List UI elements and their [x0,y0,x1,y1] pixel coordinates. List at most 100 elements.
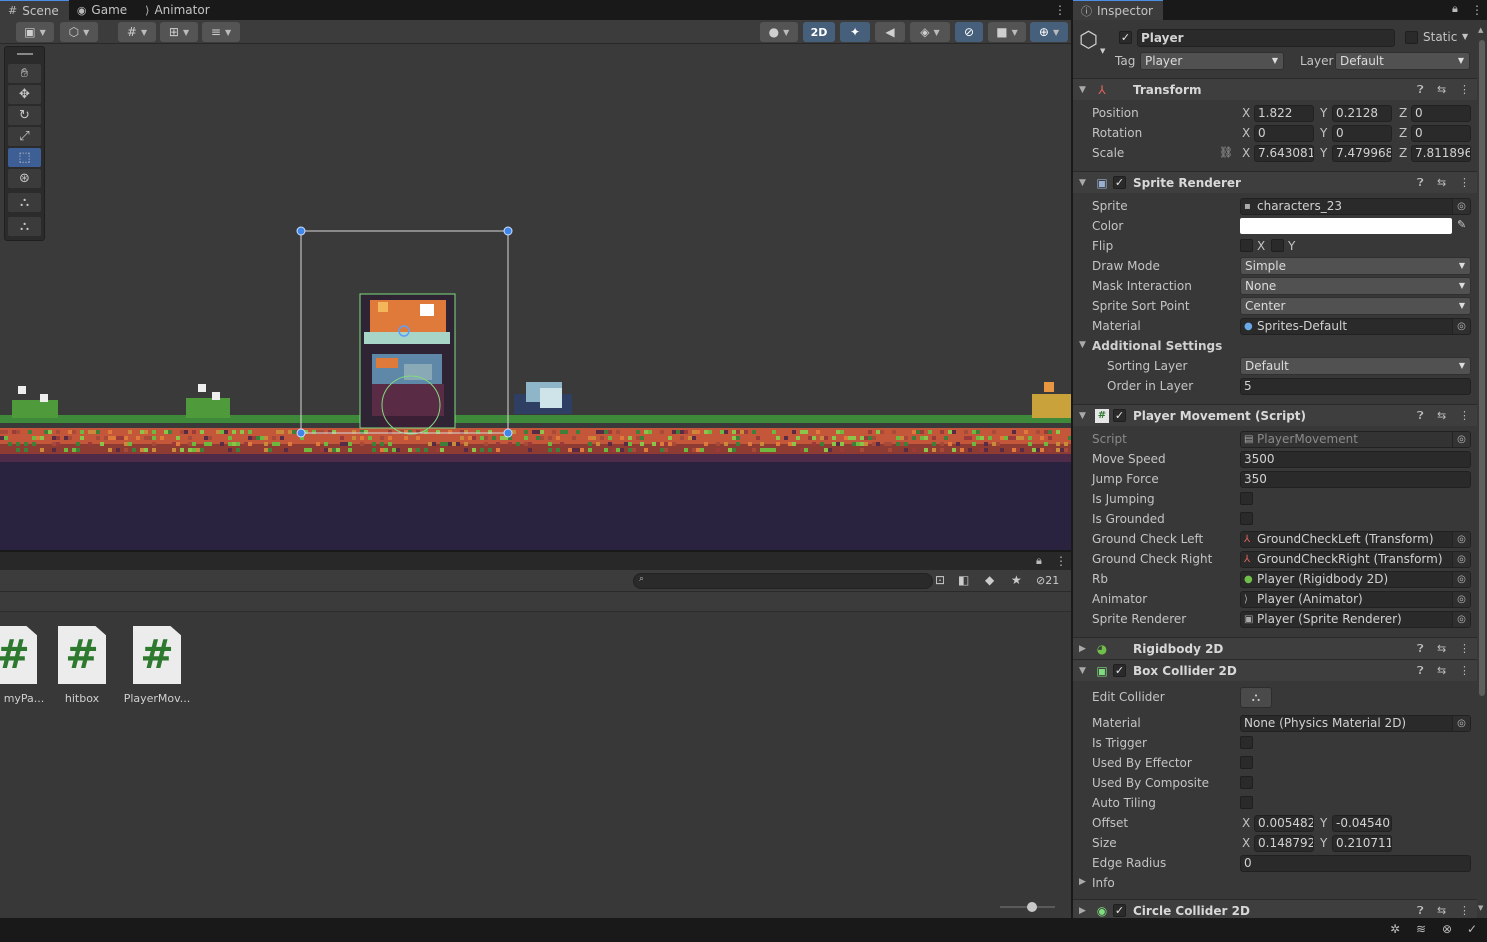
scene-canvas[interactable] [0,20,1071,550]
increment-snap-dropdown[interactable]: ⊞ ▼ [160,22,198,42]
object-picker-icon[interactable]: ◎ [1452,715,1470,731]
grid-snap-dropdown[interactable]: # ▼ [118,22,156,42]
shading-dropdown[interactable]: ● ▼ [760,22,798,42]
rigidbody-2d-header[interactable]: ▶ ◕ Rigidbody 2D ❓︎ ⇆ ⋮ [1073,637,1477,659]
object-picker-icon[interactable]: ◎ [1452,611,1470,627]
object-picker-icon[interactable]: ◎ [1452,571,1470,587]
eyedropper-icon[interactable]: ✎ [1457,218,1466,231]
help-icon[interactable]: ❓︎ [1417,642,1424,656]
scale-y-field[interactable]: 7.479968 [1332,144,1392,162]
help-icon[interactable]: ❓︎ [1417,176,1424,190]
asset-enemy-script[interactable]: # myPa... [0,626,48,705]
color-swatch[interactable] [1240,218,1452,234]
help-icon[interactable]: ❓︎ [1417,904,1424,918]
component-menu-icon[interactable]: ⋮ [1459,642,1470,655]
rotation-z-field[interactable]: 0 [1411,124,1471,142]
gizmos-dropdown[interactable]: ⊕ ▼ [1030,22,1068,42]
player-movement-header[interactable]: ▼ # ✓ Player Movement (Script) ❓︎ ⇆ ⋮ [1073,404,1477,426]
ruler-dropdown[interactable]: ≡ ▼ [202,22,240,42]
search-by-type-icon[interactable]: ⊡ [935,573,945,587]
hand-tool[interactable]: ✋︎ [8,64,41,83]
sorting-layer-dropdown[interactable]: Default ▼ [1240,357,1471,375]
size-y-field[interactable]: 0.210711 [1332,834,1392,852]
static-checkbox[interactable] [1405,31,1418,44]
box-collider-2d-header[interactable]: ▼ ▣ ✓ Box Collider 2D ❓︎ ⇆ ⋮ [1073,659,1477,681]
help-icon[interactable]: ❓︎ [1417,83,1424,97]
material-object-field[interactable]: ● Sprites-Default ◎ [1240,317,1471,335]
animator-field[interactable]: ⟩ Player (Animator) ◎ [1240,590,1471,608]
player-sprite[interactable] [359,293,456,435]
custom-editor-tool[interactable]: ⛬ [8,217,41,236]
position-z-field[interactable]: 0 [1411,104,1471,122]
tab-animator[interactable]: ⟩ Animator [137,0,219,20]
flip-x-checkbox[interactable] [1240,239,1253,252]
camera-dropdown[interactable]: ■ ▼ [988,22,1026,42]
is-grounded-checkbox[interactable] [1240,512,1253,525]
scrollbar-thumb[interactable] [1479,40,1485,696]
slider-knob[interactable] [1027,902,1037,912]
component-menu-icon[interactable]: ⋮ [1459,664,1470,677]
is-jumping-checkbox[interactable] [1240,492,1253,505]
project-menu-icon[interactable]: ⋮ [1055,554,1067,568]
presets-icon[interactable]: ⇆ [1437,83,1446,96]
render-mode-dropdown[interactable]: ⬡ ▼ [60,22,98,42]
rect-tool[interactable]: ⬚ [8,148,41,167]
audio-toggle[interactable]: ◀ [875,22,905,42]
scale-x-field[interactable]: 7.643081 [1254,144,1314,162]
tool-palette-grip[interactable] [17,53,33,55]
component-menu-icon[interactable]: ⋮ [1459,83,1470,96]
mode-2d-toggle[interactable]: 2D [803,22,835,42]
object-picker-icon[interactable]: ◎ [1452,551,1470,567]
inspector-scrollbar[interactable]: ▲ ▼ [1477,20,1487,918]
position-x-field[interactable]: 1.822 [1254,104,1314,122]
project-lock-icon[interactable]: 🔒︎ [1036,554,1042,568]
help-icon[interactable]: ❓︎ [1417,664,1424,678]
box-collider-enabled-checkbox[interactable]: ✓ [1113,664,1126,677]
status-check-icon[interactable]: ✓ [1467,922,1477,936]
used-by-effector-checkbox[interactable] [1240,756,1253,769]
object-picker-icon[interactable]: ◎ [1452,591,1470,607]
is-trigger-checkbox[interactable] [1240,736,1253,749]
presets-icon[interactable]: ⇆ [1437,904,1446,917]
cache-icon[interactable]: ≋ [1416,922,1426,936]
position-y-field[interactable]: 0.2128 [1332,104,1392,122]
static-dropdown-arrow[interactable]: ▼ [1462,32,1468,41]
hidden-objects-toggle[interactable]: ⊘ [955,22,983,42]
object-picker-icon[interactable]: ◎ [1452,198,1470,214]
asset-playermovement-script[interactable]: # PlayerMov... [122,626,192,705]
debug-icon[interactable]: ✲ [1390,922,1400,936]
scene-tab-menu-icon[interactable]: ⋮ [1054,3,1066,17]
move-tool[interactable]: ✥ [8,85,41,104]
effects-dropdown[interactable]: ◈ ▼ [910,22,950,42]
sprite-renderer-enabled-checkbox[interactable]: ✓ [1113,176,1126,189]
presets-icon[interactable]: ⇆ [1437,664,1446,677]
gameobject-icon-dropdown[interactable]: ▼ [1100,47,1105,55]
project-search-field[interactable]: ⌕ [633,573,933,589]
sprite-renderer-header[interactable]: ▼ ▣ ✓ Sprite Renderer ❓︎ ⇆ ⋮ [1073,171,1477,193]
scroll-down-icon[interactable]: ▼ [1478,904,1483,912]
scale-tool[interactable]: ⤢ [8,127,41,146]
constrain-proportions-icon[interactable]: ⛓ [1219,146,1233,159]
used-by-composite-checkbox[interactable] [1240,776,1253,789]
mask-interaction-dropdown[interactable]: None ▼ [1240,277,1471,295]
rotate-tool[interactable]: ↻ [8,106,41,125]
gameobject-name-field[interactable]: Player [1137,29,1395,47]
collider-material-field[interactable]: None (Physics Material 2D) ◎ [1240,714,1471,732]
hidden-packages-toggle[interactable]: ⊘21 [1036,574,1059,587]
network-icon[interactable]: ⊗ [1442,922,1452,936]
player-movement-enabled-checkbox[interactable]: ✓ [1113,409,1126,422]
order-in-layer-field[interactable]: 5 [1240,377,1471,395]
edit-collider-button[interactable]: ⛬ [1240,687,1272,708]
scroll-up-icon[interactable]: ▲ [1478,26,1483,34]
ground-check-right-field[interactable]: ⅄ GroundCheckRight (Transform) ◎ [1240,550,1471,568]
size-x-field[interactable]: 0.148792 [1254,834,1314,852]
additional-settings-row[interactable]: ▼ Additional Settings [1073,336,1477,356]
presets-icon[interactable]: ⇆ [1437,642,1446,655]
transform-tool[interactable]: ⊛ [8,169,41,188]
circle-collider-2d-header[interactable]: ▶ ◉ ✓ Circle Collider 2D ❓︎ ⇆ ⋮ [1073,899,1477,918]
sprite-object-field[interactable]: ▪ characters_23 ◎ [1240,197,1471,215]
object-picker-icon[interactable]: ◎ [1452,531,1470,547]
rotation-x-field[interactable]: 0 [1254,124,1314,142]
ground-check-left-field[interactable]: ⅄ GroundCheckLeft (Transform) ◎ [1240,530,1471,548]
component-menu-icon[interactable]: ⋮ [1459,904,1470,917]
